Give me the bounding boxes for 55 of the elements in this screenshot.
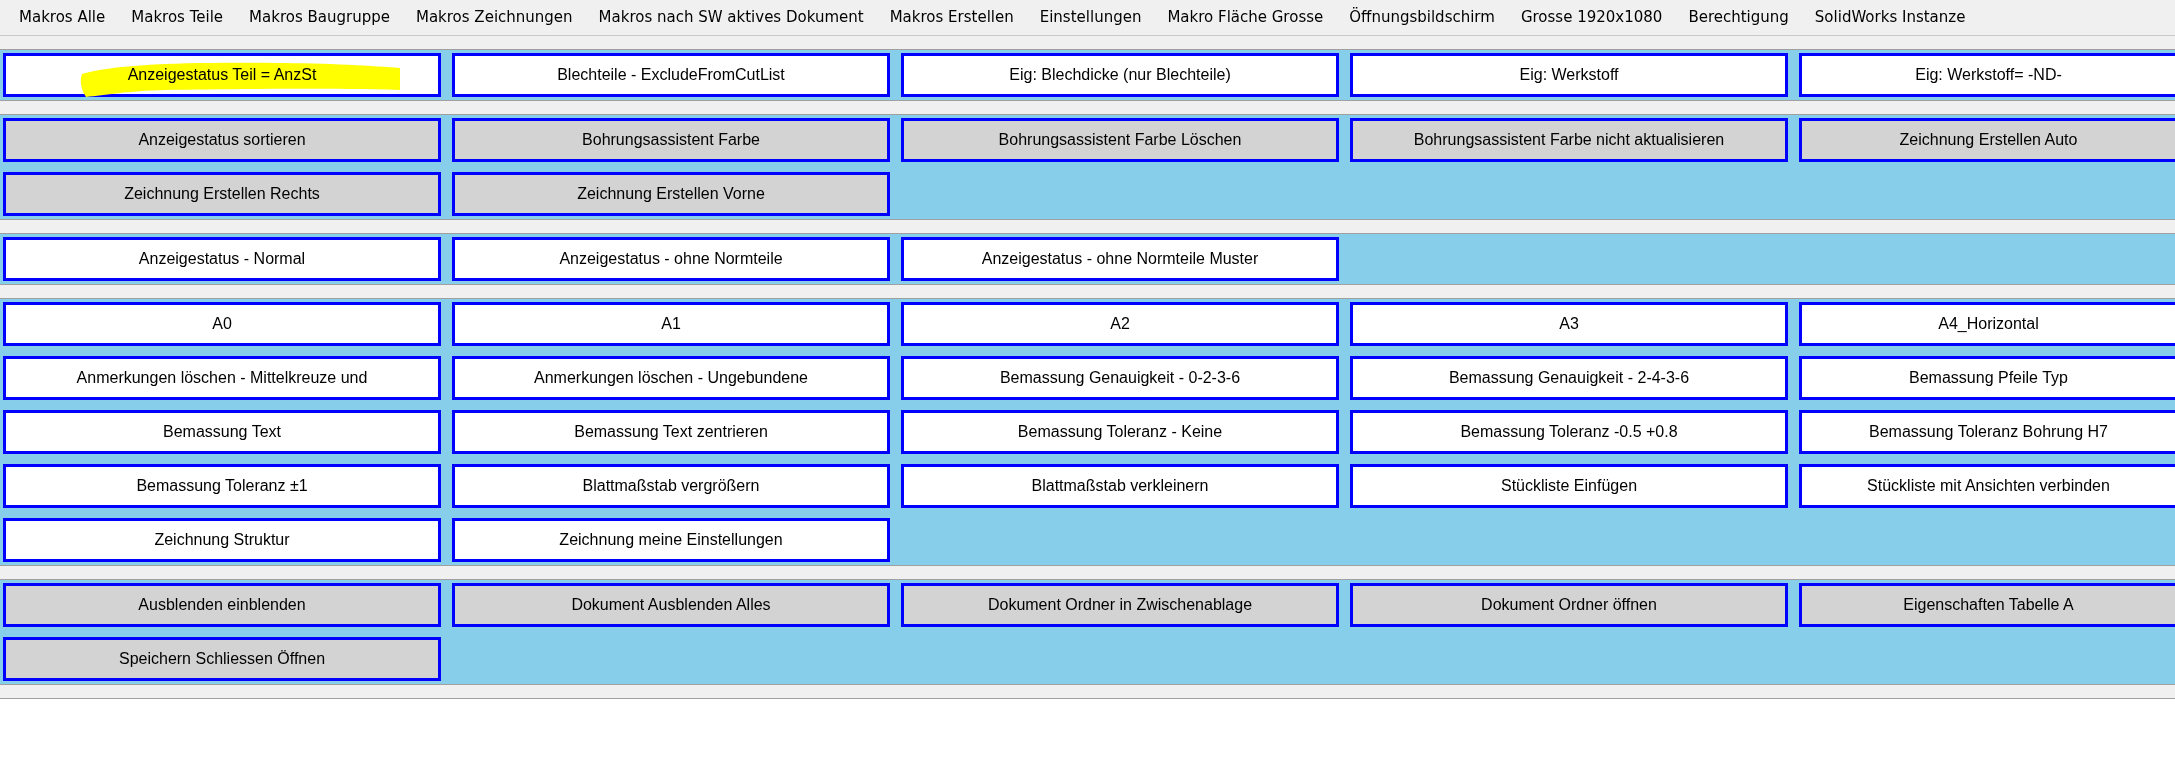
macro-button[interactable]: Dokument Ausblenden Alles bbox=[452, 583, 890, 627]
macro-button[interactable]: Bemassung Toleranz ±1 bbox=[3, 464, 441, 508]
macro-button[interactable]: Anmerkungen löschen - Ungebundene bbox=[452, 356, 890, 400]
macro-button[interactable]: Eig: Werkstoff bbox=[1350, 53, 1788, 97]
macro-button[interactable]: A2 bbox=[901, 302, 1339, 346]
menu-item[interactable]: Makros Alle bbox=[6, 6, 119, 29]
menu-item[interactable]: Berechtigung bbox=[1675, 6, 1802, 29]
macro-button[interactable]: Anzeigestatus Teil = AnzSt bbox=[3, 53, 441, 97]
macro-button[interactable]: Blechteile - ExcludeFromCutList bbox=[452, 53, 890, 97]
macro-button[interactable]: Bemassung Toleranz -0.5 +0.8 bbox=[1350, 410, 1788, 454]
menu-item[interactable]: Makro Fläche Grosse bbox=[1154, 6, 1337, 29]
macro-button[interactable]: Anzeigestatus - ohne Normteile bbox=[452, 237, 890, 281]
menu-item[interactable]: Makros nach SW aktives Dokument bbox=[585, 6, 877, 29]
menu-item[interactable]: Makros Zeichnungen bbox=[402, 6, 586, 29]
macro-button[interactable]: Bemassung Genauigkeit - 2-4-3-6 bbox=[1350, 356, 1788, 400]
macro-button[interactable]: Eigenschaften Tabelle A bbox=[1799, 583, 2175, 627]
macro-button[interactable]: A0 bbox=[3, 302, 441, 346]
macro-button[interactable]: Bemassung Toleranz - Keine bbox=[901, 410, 1339, 454]
macro-button[interactable]: Stückliste mit Ansichten verbinden bbox=[1799, 464, 2175, 508]
macro-button[interactable]: Anzeigestatus - ohne Normteile Muster bbox=[901, 237, 1339, 281]
macro-button[interactable]: Bemassung Toleranz Bohrung H7 bbox=[1799, 410, 2175, 454]
macro-button[interactable]: Bemassung Genauigkeit - 0-2-3-6 bbox=[901, 356, 1339, 400]
menu-item[interactable]: Makros Teile bbox=[118, 6, 237, 29]
macro-button[interactable]: Stückliste Einfügen bbox=[1350, 464, 1788, 508]
macro-button[interactable]: Bohrungsassistent Farbe bbox=[452, 118, 890, 162]
macro-button[interactable]: Ausblenden einblenden bbox=[3, 583, 441, 627]
macro-button[interactable]: Anzeigestatus - Normal bbox=[3, 237, 441, 281]
menu-item[interactable]: SolidWorks Instanze bbox=[1801, 6, 1979, 29]
macro-button[interactable]: Blattmaßstab verkleinern bbox=[901, 464, 1339, 508]
macro-button[interactable]: Bohrungsassistent Farbe nicht aktualisieren bbox=[1350, 118, 1788, 162]
macro-button[interactable]: Zeichnung Erstellen Rechts bbox=[3, 172, 441, 216]
macro-button[interactable]: A3 bbox=[1350, 302, 1788, 346]
macro-button[interactable]: Zeichnung Erstellen Vorne bbox=[452, 172, 890, 216]
macro-button[interactable]: Anzeigestatus sortieren bbox=[3, 118, 441, 162]
menu-item[interactable]: Öffnungsbildschirm bbox=[1336, 6, 1508, 29]
macro-button[interactable]: Blattmaßstab vergrößern bbox=[452, 464, 890, 508]
menu-item[interactable]: Makros Baugruppe bbox=[236, 6, 403, 29]
macro-button[interactable]: Zeichnung meine Einstellungen bbox=[452, 518, 890, 562]
macro-button[interactable]: Dokument Ordner öffnen bbox=[1350, 583, 1788, 627]
macro-button[interactable]: Zeichnung Struktur bbox=[3, 518, 441, 562]
menu-item[interactable]: Grosse 1920x1080 bbox=[1507, 6, 1676, 29]
macro-button[interactable]: Bemassung Text zentrieren bbox=[452, 410, 890, 454]
macro-button[interactable]: Zeichnung Erstellen Auto bbox=[1799, 118, 2175, 162]
macro-button[interactable]: A4_Horizontal bbox=[1799, 302, 2175, 346]
macro-button[interactable]: Bemassung Pfeile Typ bbox=[1799, 356, 2175, 400]
macro-button[interactable]: Speichern Schliessen Öffnen bbox=[3, 637, 441, 681]
menu-item[interactable]: Makros Erstellen bbox=[876, 6, 1027, 29]
macro-button[interactable]: Eig: Blechdicke (nur Blechteile) bbox=[901, 53, 1339, 97]
macro-button[interactable]: Bemassung Text bbox=[3, 410, 441, 454]
macro-button[interactable]: A1 bbox=[452, 302, 890, 346]
menu-item[interactable]: Einstellungen bbox=[1026, 6, 1155, 29]
macro-button[interactable]: Anmerkungen löschen - Mittelkreuze und bbox=[3, 356, 441, 400]
macro-button[interactable]: Dokument Ordner in Zwischenablage bbox=[901, 583, 1339, 627]
macro-button[interactable]: Eig: Werkstoff= -ND- bbox=[1799, 53, 2175, 97]
macro-button[interactable]: Bohrungsassistent Farbe Löschen bbox=[901, 118, 1339, 162]
